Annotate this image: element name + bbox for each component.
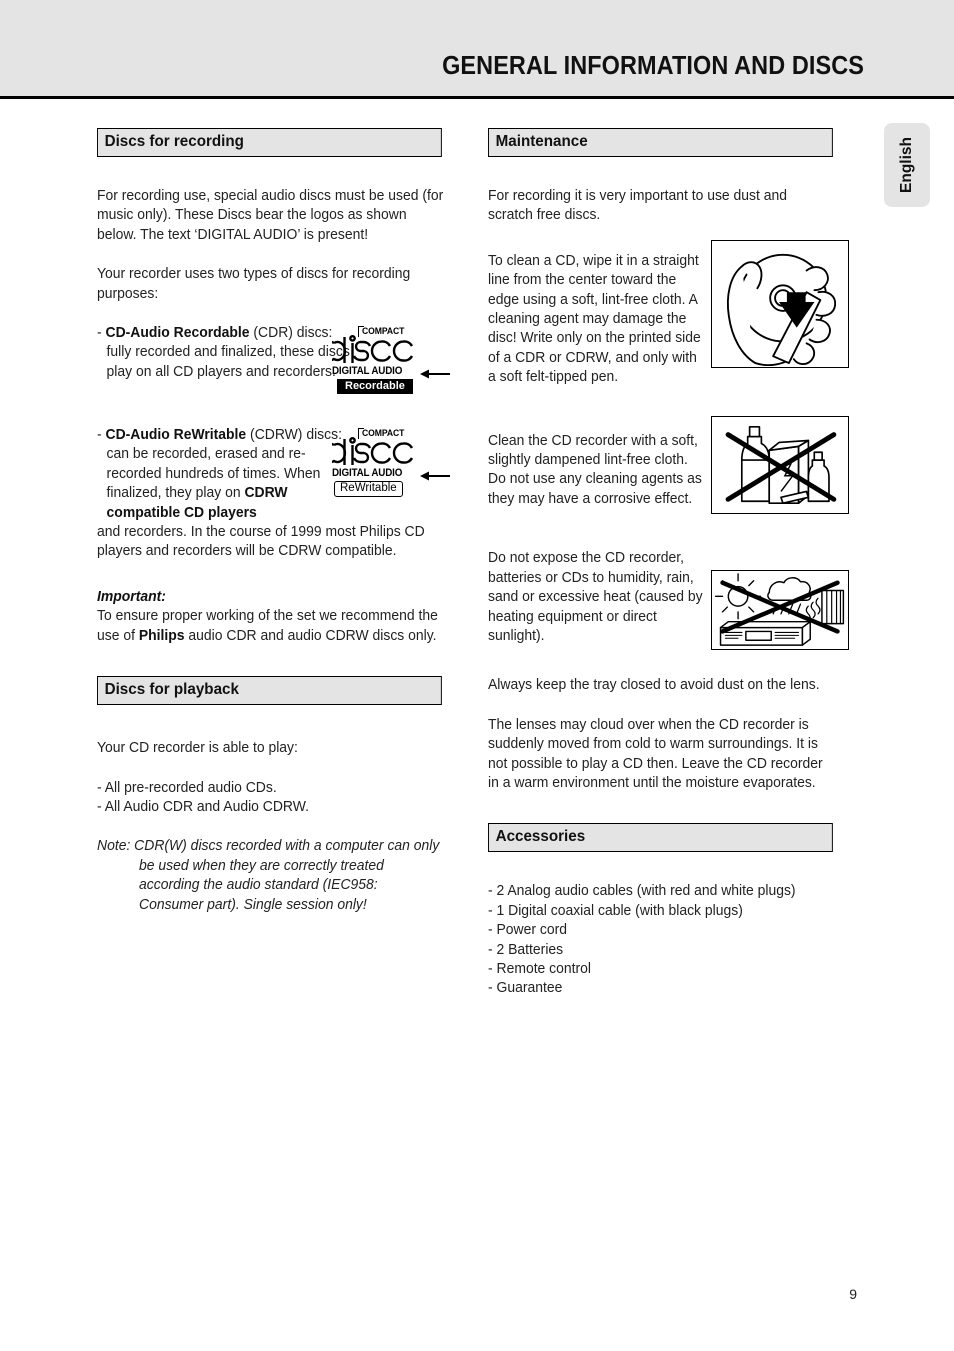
cdrw-bold-label: CD-Audio ReWritable [105,427,247,444]
illustration-no-heat-humidity-sunlight [711,570,849,650]
section-heading-accessories: Accessories [488,823,833,853]
playback-item-1: - All Audio CDR and Audio CDRW. [97,798,309,815]
section-heading-discs-for-recording: Discs for recording [97,128,442,157]
header-rule [0,96,954,99]
disc-type-cdrw-continuation: and recorders. In the course of 1999 mos… [97,523,444,562]
arrow-left-icon [420,366,450,379]
language-tab-english: English [884,123,930,207]
playback-note: Note: CDR(W) discs recorded with a compu… [97,838,440,913]
cdr-bold-label: CD-Audio Recordable [105,325,250,342]
cdr-bullet: - [97,325,106,342]
accessory-item-1: - 1 Digital coaxial cable (with black pl… [488,902,743,919]
page-title: GENERAL INFORMATION AND DISCS [442,52,864,80]
disc-type-cdrw: - CD-Audio ReWritable (CDRW) discs: can … [97,426,460,523]
recording-paragraph-1: For recording use, special audio discs m… [97,188,444,243]
important-text-part2: audio CDR and audio CDRW discs only. [184,627,437,644]
important-brand: Philips [138,627,185,644]
cd-logo-badge-recordable: Recordable [337,379,413,395]
cd-logo-digital-audio-text: DIGITAL AUDIO [332,365,403,378]
page-number: 9 [849,1286,857,1302]
accessory-item-3: - 2 Batteries [488,941,564,958]
disc-type-cdr: - CD-Audio Recordable (CDR) discs: fully… [97,324,460,400]
cdrw-bullet: - [97,427,106,444]
cd-logo-rewritable: COMPACT DIGITAL AUDIO ReWritable [321,428,450,500]
maintenance-paragraph-4: Do not expose the CD recorder, batteries… [488,550,703,644]
maintenance-paragraph-1: For recording it is very important to us… [488,188,788,224]
maintenance-paragraph-2: To clean a CD, wipe it in a straight lin… [488,252,701,386]
cd-logo-digital-audio-text: DIGITAL AUDIO [332,467,403,480]
cd-logo-badge-rewritable: ReWritable [334,481,403,498]
arrow-left-icon [420,468,450,481]
accessory-item-4: - Remote control [488,960,592,977]
section-heading-maintenance: Maintenance [488,128,833,157]
maintenance-paragraph-6: The lenses may cloud over when the CD re… [488,716,823,791]
header-band [0,0,954,96]
maintenance-paragraph-3: Clean the CD recorder with a soft, sligh… [488,432,702,507]
illustration-cleaning-cd-with-cloth [711,240,849,368]
playback-item-0: - All pre-recorded audio CDs. [97,779,277,796]
accessory-item-5: - Guarantee [488,980,563,997]
maintenance-paragraph-5: Always keep the tray closed to avoid dus… [488,677,820,694]
left-column: Discs for recording For recording use, s… [97,128,460,915]
cd-logo-recordable: COMPACT DIGITAL AUDIO Recordable [321,326,450,398]
cd-logo-disc-wordmark [321,335,418,365]
section-heading-discs-for-playback: Discs for playback [97,676,442,706]
accessory-item-0: - 2 Analog audio cables (with red and wh… [488,883,796,900]
disc-type-cdrw-text: - CD-Audio ReWritable (CDRW) discs: can … [97,426,353,523]
language-tab-label: English [898,137,915,193]
cdrw-part2: and recorders. In the course of 1999 mos… [97,524,425,560]
cd-logo-disc-wordmark [321,437,418,467]
important-text: To ensure proper working of the set we r… [97,607,444,646]
illustration-no-cleaning-agents [711,416,849,514]
playback-intro: Your CD recorder is able to play: [97,740,298,757]
disc-type-cdr-text: - CD-Audio Recordable (CDR) discs: fully… [97,324,353,382]
recording-paragraph-2: Your recorder uses two types of discs fo… [97,266,411,302]
accessory-item-2: - Power cord [488,922,568,939]
important-label: Important: [97,588,166,605]
document-page: GENERAL INFORMATION AND DISCS English Di… [0,0,954,1351]
